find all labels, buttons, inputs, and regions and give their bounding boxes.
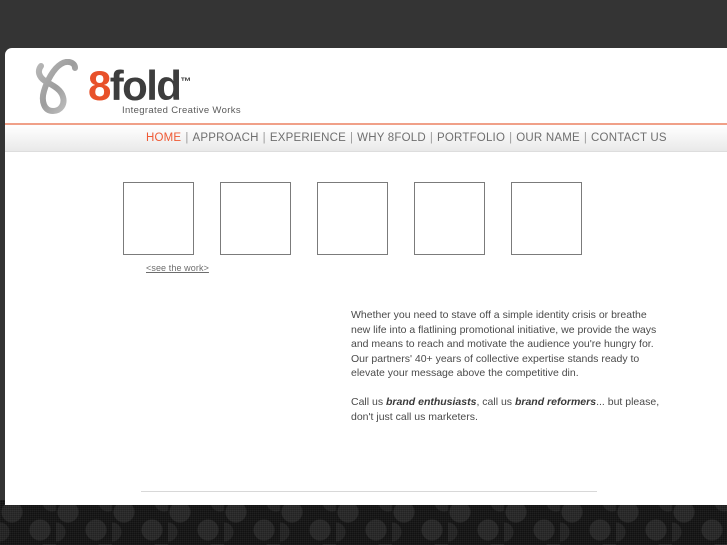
nav-item-home[interactable]: HOME (146, 132, 181, 144)
portfolio-thumb-1[interactable] (123, 182, 194, 255)
copy-paragraph-1: Whether you need to stave off a simple i… (351, 309, 657, 380)
main-navigation: HOME | APPROACH | EXPERIENCE | WHY 8FOLD… (5, 125, 727, 152)
see-the-work-link[interactable]: <see the work> (146, 263, 209, 273)
logo-digit-eight: 8 (88, 62, 111, 109)
logo-word-fold: fold (109, 62, 182, 109)
nav-separator: | (185, 132, 189, 144)
nav-separator: | (509, 132, 513, 144)
portfolio-thumb-5[interactable] (511, 182, 582, 255)
copy-p2-segment-2: , call us (476, 395, 515, 408)
8fold-infinity-mark-icon (34, 58, 86, 115)
logo-text: 8fold™ (88, 60, 241, 108)
portfolio-thumb-3[interactable] (317, 182, 388, 255)
nav-item-approach[interactable]: APPROACH (193, 132, 259, 144)
section-divider (141, 491, 597, 492)
nav-separator: | (583, 132, 588, 144)
copy-paragraph-2: Call us brand enthusiasts, call us brand… (351, 395, 663, 424)
site-logo[interactable]: 8fold™ Integrated Creative Works (34, 58, 241, 117)
nav-list: HOME | APPROACH | EXPERIENCE | WHY 8FOLD… (146, 132, 667, 144)
copy-emphasis-brand-reformers: brand reformers (514, 395, 597, 408)
intro-copy: Whether you need to stave off a simple i… (351, 308, 663, 424)
nav-separator: | (349, 132, 354, 144)
trademark-symbol: ™ (180, 76, 192, 88)
copy-emphasis-brand-enthusiasts: brand enthusiasts (386, 395, 477, 408)
nav-item-contact-us[interactable]: CONTACT US (591, 132, 667, 144)
nav-separator: | (429, 132, 434, 144)
site-content-card: 8fold™ Integrated Creative Works HOME | … (5, 48, 727, 505)
logo-wordmark: 8fold™ Integrated Creative Works (88, 60, 241, 117)
nav-item-experience[interactable]: EXPERIENCE (270, 132, 346, 144)
logo-tagline: Integrated Creative Works (122, 105, 241, 116)
site-header: 8fold™ Integrated Creative Works (5, 48, 727, 123)
portfolio-thumb-4[interactable] (414, 182, 485, 255)
portfolio-thumbnail-strip (123, 182, 582, 255)
portfolio-thumb-2[interactable] (220, 182, 291, 255)
copy-p2-segment-1: Call us (351, 395, 387, 408)
nav-item-portfolio[interactable]: PORTFOLIO (437, 132, 505, 144)
nav-item-why-8fold[interactable]: WHY 8FOLD (357, 132, 426, 144)
nav-separator: | (262, 132, 266, 144)
nav-item-our-name[interactable]: OUR NAME (516, 132, 580, 144)
backdrop-star-pattern (0, 500, 727, 545)
